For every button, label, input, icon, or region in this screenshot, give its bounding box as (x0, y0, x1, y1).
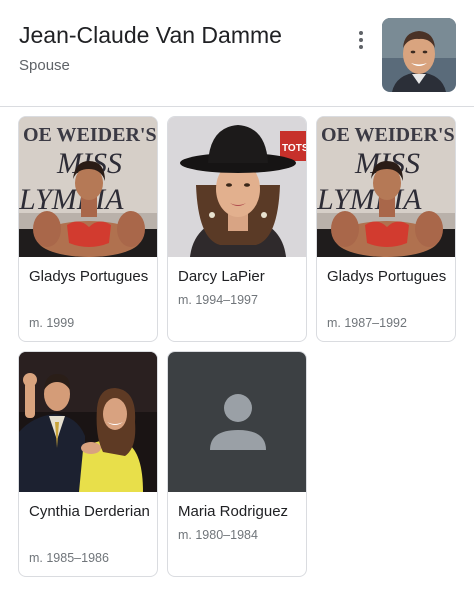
spouse-photo (19, 352, 157, 492)
banner-text: OE WEIDER'S (23, 124, 157, 146)
marriage-years: m. 1980–1984 (178, 528, 258, 542)
subject-photo[interactable] (382, 18, 456, 92)
banner-text: LYMPIA (317, 183, 422, 216)
dot (359, 31, 363, 35)
banner-text: LYMPIA (19, 183, 124, 216)
spouse-photo: OE WEIDER'S MISS LYMPIA (19, 117, 157, 257)
dot (359, 38, 363, 42)
spouse-name: Gladys Portugues (327, 268, 447, 285)
spouse-name: Gladys Portugues (29, 268, 149, 285)
spouse-photo: OE WEIDER'S MISS LYMPIA (317, 117, 455, 257)
spouse-photo-placeholder (168, 352, 306, 492)
spouse-photo: TOTS (168, 117, 307, 257)
spouse-card[interactable]: OE WEIDER'S MISS LYMPIA Gladys Portugues… (18, 116, 158, 342)
subject-photo-image (382, 18, 456, 92)
spouse-card[interactable]: OE WEIDER'S MISS LYMPIA Gladys Portugues… (316, 116, 456, 342)
spouse-card[interactable]: TOTS Darcy LaPier m. 1994–1997 (167, 116, 307, 342)
page-subtitle: Spouse (19, 57, 70, 74)
banner-text: OE WEIDER'S (321, 124, 455, 146)
spouse-name: Cynthia Derderian (29, 503, 150, 520)
spouse-name: Maria Rodriguez (178, 503, 289, 520)
dot (359, 45, 363, 49)
header: Jean-Claude Van Damme Spouse (0, 0, 474, 107)
more-vert-icon[interactable] (350, 27, 372, 53)
sign-text: TOTS (282, 143, 307, 154)
marriage-years: m. 1987–1992 (327, 316, 407, 330)
marriage-years: m. 1994–1997 (178, 293, 258, 307)
page-title: Jean-Claude Van Damme (19, 22, 282, 48)
spouse-card[interactable]: Maria Rodriguez m. 1980–1984 (167, 351, 307, 577)
marriage-years: m. 1985–1986 (29, 551, 109, 565)
marriage-years: m. 1999 (29, 316, 75, 330)
spouse-card[interactable]: Cynthia Derderian m. 1985–1986 (18, 351, 158, 577)
spouse-name: Darcy LaPier (178, 268, 265, 285)
